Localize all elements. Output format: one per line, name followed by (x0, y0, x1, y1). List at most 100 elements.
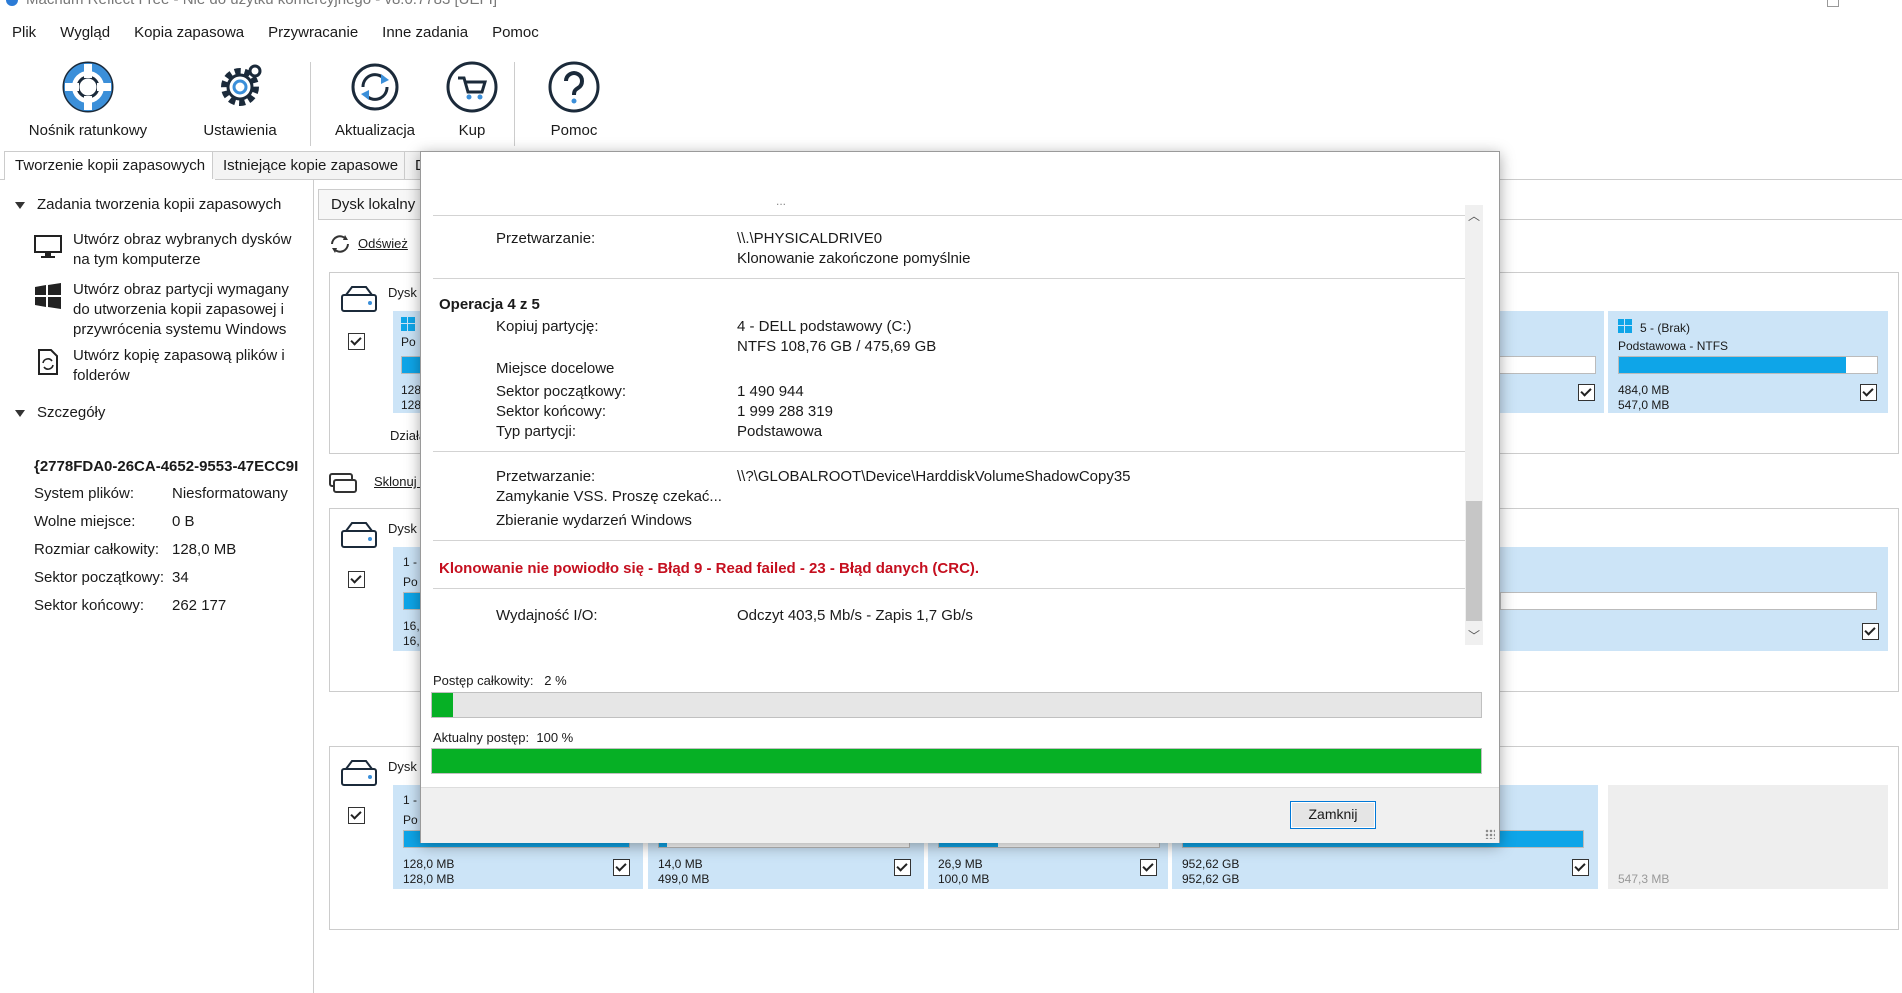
partition-size: 952,62 GB (1182, 872, 1240, 886)
current-progress-percent: 100 % (536, 730, 574, 745)
tab-local-disks[interactable]: Dysk lokalny (318, 189, 429, 220)
partition-type: Podstawowa - NTFS (1618, 339, 1729, 353)
help-label: Pomoc (550, 122, 598, 139)
total-progress-label: Postęp całkowity: 2 % (433, 673, 567, 688)
gear-icon (221, 64, 262, 106)
menu-przywracanie[interactable]: Przywracanie (256, 18, 370, 48)
disk-1-checkbox[interactable] (348, 333, 365, 350)
usage-fill (1619, 357, 1847, 373)
task-file-backup[interactable]: Utwórz kopię zapasową plików i folderów (34, 346, 304, 386)
operation-title: Operacja 4 z 5 (439, 296, 540, 313)
partition-size: 16, (403, 619, 420, 633)
menu-pomoc[interactable]: Pomoc (480, 18, 551, 48)
partition-size: 484,0 MB (1618, 383, 1670, 397)
partition-size: 128 (401, 383, 422, 397)
partition-checkbox[interactable] (1862, 623, 1879, 640)
partition-checkbox[interactable] (1572, 859, 1589, 876)
partition-checkbox[interactable] (894, 859, 911, 876)
usage-bar (1618, 356, 1878, 374)
task-file-backup-label: Utwórz kopię zapasową plików i folderów (73, 347, 285, 384)
left-panel: Zadania tworzenia kopii zapasowych Utwór… (0, 180, 314, 993)
disk-2-partition-2[interactable] (1500, 547, 1888, 651)
partition-checkbox[interactable] (613, 859, 630, 876)
disk-2-checkbox[interactable] (348, 571, 365, 588)
detail-value: 34 (172, 569, 189, 586)
partition-fragment: 1 - (403, 793, 418, 807)
partition-size: 499,0 MB (658, 872, 710, 886)
detail-value: 262 177 (172, 597, 227, 614)
toolbar: Nośnik ratunkowy Ustawienia Aktualizacja… (0, 54, 1902, 150)
clone-disk-link[interactable]: Sklonuj t (328, 466, 424, 499)
refresh-link[interactable]: Odśwież (328, 232, 408, 259)
current-progress-caption: Aktualny postęp: (433, 730, 530, 745)
log-key: Przetwarzanie: (496, 230, 596, 247)
rescue-media-label: Nośnik ratunkowy (28, 122, 148, 139)
partition-size: 14,0 MB (658, 857, 703, 871)
details-section-header[interactable]: Szczegóły (15, 404, 105, 421)
task-image-windows-label: Utwórz obraz partycji wymagany do utworz… (73, 281, 289, 338)
toolbar-separator (514, 62, 515, 146)
log-scrollbar[interactable]: ︿ ﹀ (1465, 205, 1483, 645)
partition-checkbox[interactable] (1578, 384, 1595, 401)
log-value: 1 490 944 (737, 383, 804, 400)
log-key: Kopiuj partycję: (496, 318, 599, 335)
help-button[interactable]: Pomoc (534, 60, 614, 139)
menu-wyglad[interactable]: Wygląd (48, 18, 122, 48)
log-value: \\?\GLOBALROOT\Device\HarddiskVolumeShad… (737, 468, 1131, 485)
buy-button[interactable]: Kup (442, 60, 502, 139)
log-events: Zbieranie wydarzeń Windows (496, 512, 692, 529)
current-progress-fill (432, 749, 1481, 773)
partition-size: 128,0 MB (403, 857, 455, 871)
hard-drive-icon (341, 760, 377, 786)
log-divider (433, 215, 1476, 216)
tab-create-backups[interactable]: Tworzenie kopii zapasowych (4, 151, 217, 180)
clone-disk-label: Sklonuj t (374, 474, 424, 489)
partition-fragment: Po (401, 335, 416, 349)
detail-value: 0 B (172, 513, 195, 530)
menu-plik[interactable]: Plik (0, 18, 48, 48)
tab-existing-backups[interactable]: Istniejące kopie zapasowe (212, 151, 410, 179)
dialog-footer: Zamknij (421, 787, 1499, 843)
refresh-icon (331, 235, 349, 253)
cut-off-text: ... (776, 194, 787, 208)
clone-progress-dialog: ... Przetwarzanie: \\.\PHYSICALDRIVE0 Kl… (420, 151, 1500, 843)
disk-1-partition-5[interactable]: 5 - (Brak) Podstawowa - NTFS 484,0 MB 54… (1608, 311, 1888, 413)
disk-3-checkbox[interactable] (348, 807, 365, 824)
log-divider (433, 588, 1476, 589)
partition-size: 128,0 MB (403, 872, 455, 886)
total-progress-caption: Postęp całkowity: (433, 673, 534, 688)
close-button[interactable]: Zamknij (1290, 801, 1376, 829)
hard-drive-icon (341, 286, 377, 312)
scroll-down-icon[interactable]: ﹀ (1468, 627, 1480, 644)
tasks-section-header[interactable]: Zadania tworzenia kopii zapasowych (15, 196, 281, 213)
disk-1-label: Dysk (388, 285, 417, 300)
detail-value: 128,0 MB (172, 541, 237, 558)
buy-label: Kup (458, 122, 486, 139)
partition-title: 5 - (Brak) (1640, 321, 1691, 335)
task-image-disks[interactable]: Utwórz obraz wybranych dysków na tym kom… (34, 230, 304, 270)
log-value: Odczyt 403,5 Mb/s - Zapis 1,7 Gb/s (737, 607, 973, 624)
log-clone-success: Klonowanie zakończone pomyślnie (737, 250, 971, 267)
partition-size: 26,9 MB (938, 857, 983, 871)
shopping-cart-icon (446, 61, 498, 113)
update-button[interactable]: Aktualizacja (325, 60, 425, 139)
task-image-windows[interactable]: Utwórz obraz partycji wymagany do utworz… (34, 280, 304, 340)
menu-inne-zadania[interactable]: Inne zadania (370, 18, 480, 48)
scroll-thumb[interactable] (1466, 501, 1482, 621)
partition-checkbox[interactable] (1140, 859, 1157, 876)
rescue-media-button[interactable]: Nośnik ratunkowy (28, 60, 148, 139)
detail-key: Rozmiar całkowity: (34, 541, 160, 558)
disk-3-unallocated[interactable]: 547,3 MB (1608, 785, 1888, 889)
usage-bar (1500, 592, 1877, 610)
log-value: Podstawowa (737, 423, 823, 440)
hard-drive-icon (341, 522, 377, 548)
windows-logo-icon (1618, 319, 1632, 333)
partition-checkbox[interactable] (1860, 384, 1877, 401)
settings-label: Ustawienia (203, 122, 277, 139)
resize-grip-icon[interactable] (1485, 829, 1495, 839)
scroll-up-icon[interactable]: ︿ (1468, 207, 1480, 224)
menu-kopia-zapasowa[interactable]: Kopia zapasowa (122, 18, 256, 48)
settings-button[interactable]: Ustawienia (190, 60, 290, 139)
log-divider (433, 278, 1476, 279)
maximize-icon[interactable] (1827, 0, 1839, 7)
